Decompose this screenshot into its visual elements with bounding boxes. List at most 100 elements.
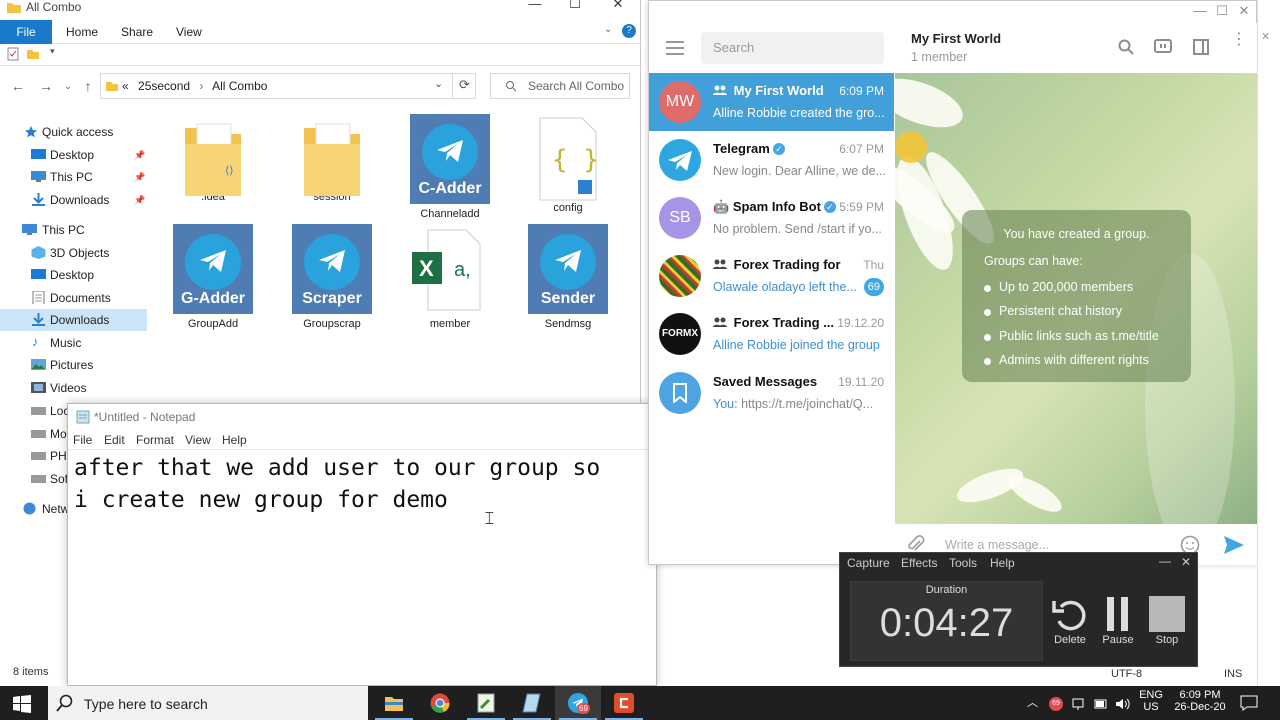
chat-item[interactable]: Saved Messages 19.11.20 You: https://t.m… [649, 364, 894, 422]
battery-icon[interactable] [1094, 697, 1108, 711]
sidebar-item-documents[interactable]: Documents [0, 287, 147, 309]
tab-view[interactable]: View [176, 20, 202, 44]
menu-file[interactable]: File [73, 433, 92, 447]
back-icon[interactable]: ← [8, 76, 28, 96]
menu-format[interactable]: Format [136, 433, 174, 447]
properties-icon[interactable] [6, 47, 20, 61]
menu-effects[interactable]: Effects [901, 556, 937, 570]
help-icon[interactable]: ? [622, 24, 636, 38]
up-icon[interactable]: ↑ [78, 76, 98, 96]
chat-search-input[interactable]: Search [701, 32, 884, 64]
stop-button[interactable] [1149, 596, 1185, 632]
search-icon[interactable] [1118, 39, 1134, 55]
menu-tools[interactable]: Tools [949, 556, 977, 570]
close-button[interactable]: ✕ [1181, 555, 1191, 569]
chat-item[interactable]: SB 🤖 Spam Info Bot ✓ 5:59 PM No problem. … [649, 189, 894, 247]
minimize-button[interactable]: — [1159, 554, 1171, 568]
sidebar-item-pictures[interactable]: Pictures [0, 354, 147, 376]
file-item[interactable]: { } config [527, 114, 609, 214]
sidebar-item-music[interactable]: ♪ Music [0, 332, 147, 354]
more-options-icon[interactable]: ⋮ [1231, 32, 1247, 48]
customize-toolbar-icon[interactable]: ▾ [50, 46, 55, 57]
sidebar-toggle-icon[interactable] [1193, 39, 1209, 55]
notepad-plus-icon [477, 693, 495, 713]
sidebar-item-label: Pictures [50, 358, 94, 372]
pause-icon [1107, 597, 1128, 631]
pause-button[interactable] [1106, 597, 1130, 634]
sidebar-item-videos[interactable]: Videos [0, 377, 147, 399]
close-button[interactable]: ✕ [598, 0, 638, 16]
new-folder-icon[interactable] [26, 47, 40, 61]
sidebar-item-quick-access[interactable]: Quick access [0, 121, 147, 143]
taskbar-notepad[interactable] [509, 686, 555, 720]
chat-item[interactable]: Telegram ✓ 6:07 PM New login. Dear Alline… [649, 131, 894, 189]
chat-item[interactable]: FORMX Forex Trading ... 19.12.20 Alline … [649, 305, 894, 363]
recent-locations-icon[interactable]: ⌄ [58, 76, 78, 96]
sidebar-item-downloads[interactable]: Downloads [0, 309, 147, 331]
search-icon [56, 694, 73, 712]
tab-share[interactable]: Share [121, 20, 153, 44]
divider [68, 449, 656, 450]
language-indicator[interactable]: ENG US [1139, 689, 1163, 713]
minimize-button[interactable]: — [515, 0, 555, 16]
menu-capture[interactable]: Capture [847, 556, 890, 570]
menu-icon[interactable] [666, 41, 684, 58]
menu-view[interactable]: View [185, 433, 211, 447]
tray-notification-icon[interactable]: 69 [1049, 697, 1063, 711]
show-hidden-icons[interactable]: ︿ [1027, 694, 1038, 710]
chat-name: My First World [713, 83, 843, 98]
volume-icon[interactable] [1115, 697, 1131, 711]
chat-item[interactable]: MW My First World 6:09 PM Alline Robbie … [649, 73, 894, 131]
chat-item[interactable]: Forex Trading for B... Thu Olawale olada… [649, 247, 894, 305]
notepad-text-area[interactable]: after that we add user to our group so i… [74, 452, 600, 516]
forward-icon[interactable]: → [36, 76, 56, 96]
refresh-icon[interactable]: ⟳ [452, 73, 476, 99]
breadcrumb-prefix[interactable]: « [122, 79, 129, 93]
chat-title[interactable]: My First World [911, 31, 1001, 46]
file-item[interactable]: session [291, 114, 373, 203]
sidebar-item-desktop[interactable]: Desktop [0, 264, 147, 286]
windows-start-icon[interactable] [13, 695, 31, 713]
maximize-button[interactable]: ☐ [1211, 3, 1233, 23]
sidebar-item-label: This PC [42, 223, 85, 237]
delete-button[interactable] [1051, 597, 1089, 636]
minimize-button[interactable]: — [1189, 3, 1211, 23]
explorer-titlebar[interactable]: All Combo — ☐ ✕ [0, 0, 641, 16]
taskbar-file-explorer[interactable] [371, 686, 417, 720]
sidebar-item-desktop-pinned[interactable]: Desktop 📌 [0, 144, 147, 166]
pin-icon: 📌 [134, 172, 146, 182]
taskbar-telegram[interactable]: 69 [555, 686, 601, 720]
message-input[interactable]: Write a message... [945, 538, 1049, 552]
ribbon-expand-icon[interactable]: ⌄ [604, 24, 612, 35]
breadcrumb-item[interactable]: 25second [138, 79, 190, 93]
menu-help[interactable]: Help [990, 556, 1015, 570]
taskbar-chrome[interactable] [417, 686, 463, 720]
notifications-icon[interactable] [1240, 695, 1258, 711]
file-item[interactable]: Scraper Groupscrap [291, 224, 373, 330]
close-button[interactable]: ✕ [1233, 3, 1255, 23]
voice-chat-icon[interactable] [1154, 38, 1172, 56]
file-item[interactable]: Sender Sendmsg [527, 224, 609, 330]
maximize-button[interactable]: ☐ [555, 0, 595, 16]
send-icon[interactable] [1223, 535, 1245, 555]
file-item[interactable]: Xa, member [409, 224, 491, 330]
sidebar-item-3d-objects[interactable]: 3D Objects [0, 242, 147, 264]
sidebar-item-this-pc-pinned[interactable]: This PC 📌 [0, 166, 147, 188]
tab-home[interactable]: Home [66, 20, 98, 44]
taskbar-notepad-plus[interactable] [463, 686, 509, 720]
breadcrumb-item[interactable]: All Combo [212, 79, 267, 93]
usb-icon[interactable] [1071, 697, 1085, 711]
taskbar-camtasia[interactable] [601, 686, 647, 720]
clock[interactable]: 6:09 PM 26-Dec-20 [1170, 689, 1230, 713]
close-icon[interactable]: ✕ [1261, 30, 1270, 43]
menu-edit[interactable]: Edit [104, 433, 125, 447]
file-item[interactable]: ⟨⟩ .idea [172, 114, 254, 203]
sidebar-item-this-pc[interactable]: This PC [0, 219, 147, 241]
sidebar-item-downloads-pinned[interactable]: Downloads 📌 [0, 189, 147, 211]
file-item[interactable]: C-Adder Channeladd [409, 114, 491, 220]
address-dropdown-icon[interactable]: ⌄ [434, 77, 443, 90]
menu-help[interactable]: Help [222, 433, 247, 447]
telegram-icon [668, 151, 692, 171]
tab-file[interactable]: File [0, 20, 52, 44]
file-item[interactable]: G-Adder GroupAdd [172, 224, 254, 330]
